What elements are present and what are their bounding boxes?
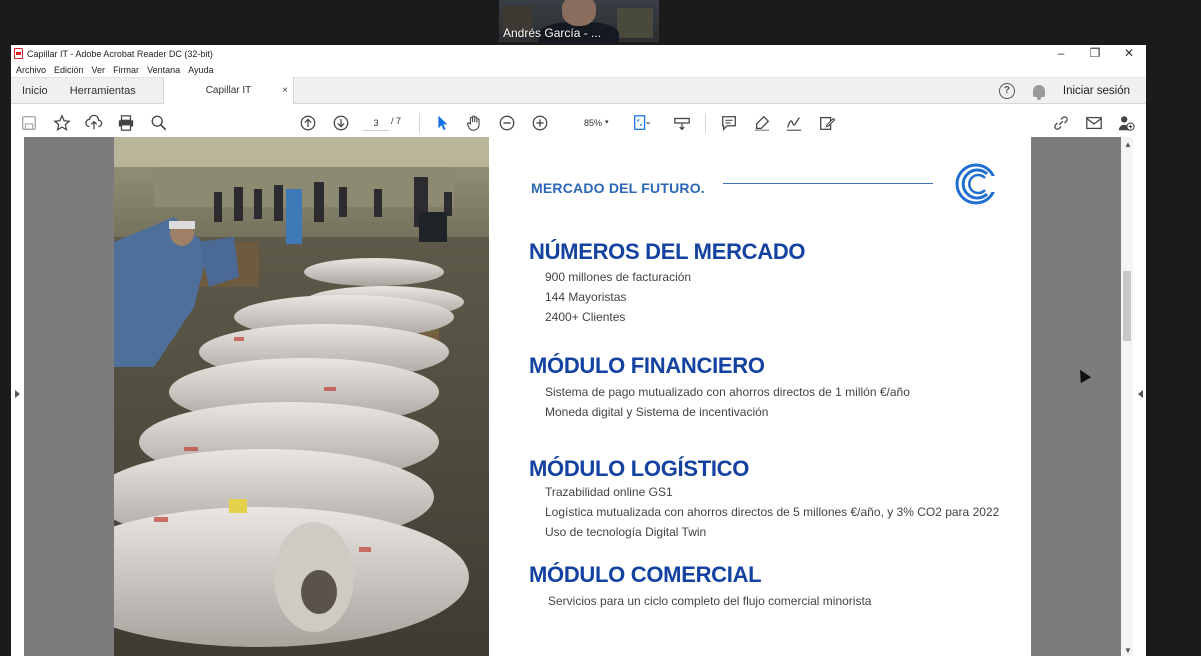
prev-page-icon[interactable] [298,113,318,133]
share-link-icon[interactable] [1051,113,1071,133]
document-headline: MERCADO DEL FUTURO. [531,180,705,196]
scroll-mode-icon[interactable] [672,113,692,133]
participant-video[interactable]: Andrés García - ... [499,0,659,42]
section-line: Trazabilidad online GS1 [545,485,673,499]
bell-icon[interactable] [1032,84,1045,100]
section-title: MÓDULO COMERCIAL [529,562,762,587]
upload-icon[interactable] [84,113,104,133]
zoom-out-icon[interactable] [497,113,517,133]
restore-button[interactable]: ❐ [1078,45,1112,62]
comment-icon[interactable] [719,113,739,133]
document-viewport[interactable]: MERCADO DEL FUTURO. NÚMEROS DEL MERCADO … [11,137,1146,656]
close-button[interactable]: ✕ [1112,45,1146,62]
tab-close-icon[interactable]: × [282,85,288,96]
scrollbar-thumb[interactable] [1123,271,1131,341]
section-line: Servicios para un ciclo completo del flu… [548,594,872,608]
menu-firmar[interactable]: Firmar [113,65,139,75]
section-line: Logística mutualizada con ahorros direct… [545,505,1000,519]
tab-home[interactable]: Inicio [11,85,59,97]
toolbar-divider [419,113,420,133]
save-icon[interactable] [19,113,39,133]
signin-link[interactable]: Iniciar sesión [1063,85,1130,97]
help-icon[interactable]: ? [998,82,1015,99]
page-number-input[interactable]: 3 [363,115,389,131]
scroll-up-icon[interactable]: ▲ [1124,140,1132,149]
section-line: 2400+ Clientes [545,310,626,324]
left-panel-toggle[interactable] [11,137,24,656]
pdf-page: MERCADO DEL FUTURO. NÚMEROS DEL MERCADO … [114,137,1031,656]
print-icon[interactable] [116,113,136,133]
menu-ver[interactable]: Ver [92,65,106,75]
star-icon[interactable] [52,113,72,133]
highlight-icon[interactable] [752,113,772,133]
hand-icon[interactable] [464,113,484,133]
menu-ventana[interactable]: Ventana [147,65,180,75]
section-title: MÓDULO LOGÍSTICO [529,456,750,481]
sign-icon[interactable] [784,113,804,133]
zoom-dropdown-icon[interactable]: ▾ [605,118,609,126]
search-icon[interactable] [149,113,169,133]
tab-tools[interactable]: Herramientas [59,85,147,97]
fish-market-photo [114,137,489,656]
next-page-icon[interactable] [331,113,351,133]
section-line: 900 millones de facturación [545,270,692,284]
select-icon[interactable] [432,113,452,133]
background-shelf [617,8,653,38]
window-controls: – ❐ ✕ [1044,45,1146,62]
vertical-scrollbar[interactable]: ▲ ▼ [1121,137,1133,656]
tab-bar-right: ? Iniciar sesión [998,82,1130,100]
menu-bar: Archivo Edición Ver Firmar Ventana Ayuda [11,62,1146,77]
minimize-button[interactable]: – [1044,45,1078,62]
section-line: Sistema de pago mutualizado con ahorros … [545,385,910,399]
title-bar: Capillar IT - Adobe Acrobat Reader DC (3… [11,45,1146,62]
add-user-icon[interactable] [1116,113,1136,133]
zoom-meeting-frame: Andrés García - ... Capillar IT - Adobe … [0,0,1201,656]
participant-name: Andrés García - ... [503,26,602,40]
page-total: / 7 [391,116,402,126]
section-line: 144 Mayoristas [545,290,627,304]
tab-document-label: Capillar IT [205,85,252,96]
expand-left-icon[interactable] [15,390,20,398]
section-line: Uso de tecnología Digital Twin [545,525,707,539]
section-title: NÚMEROS DEL MERCADO [529,239,806,264]
acrobat-window: Capillar IT - Adobe Acrobat Reader DC (3… [11,45,1146,656]
edit-icon[interactable] [817,113,837,133]
email-icon[interactable] [1084,113,1104,133]
section-title: MÓDULO FINANCIERO [529,353,765,378]
menu-archivo[interactable]: Archivo [16,65,46,75]
company-logo [954,162,998,206]
scroll-down-icon[interactable]: ▼ [1124,646,1132,655]
tab-document[interactable]: Capillar IT × [163,77,294,104]
toolbar-divider [705,113,706,133]
tab-bar: Inicio Herramientas Capillar IT × ? Inic… [11,77,1146,104]
expand-right-icon[interactable] [1138,390,1143,398]
zoom-in-icon[interactable] [530,113,550,133]
headline-rule [723,183,933,184]
menu-ayuda[interactable]: Ayuda [188,65,213,75]
acrobat-icon [14,48,23,59]
window-title: Capillar IT - Adobe Acrobat Reader DC (3… [27,48,213,59]
section-line: Moneda digital y Sistema de incentivació… [545,405,769,419]
menu-edicion[interactable]: Edición [54,65,84,75]
fit-page-icon[interactable] [631,113,651,133]
participant-face [562,0,596,26]
